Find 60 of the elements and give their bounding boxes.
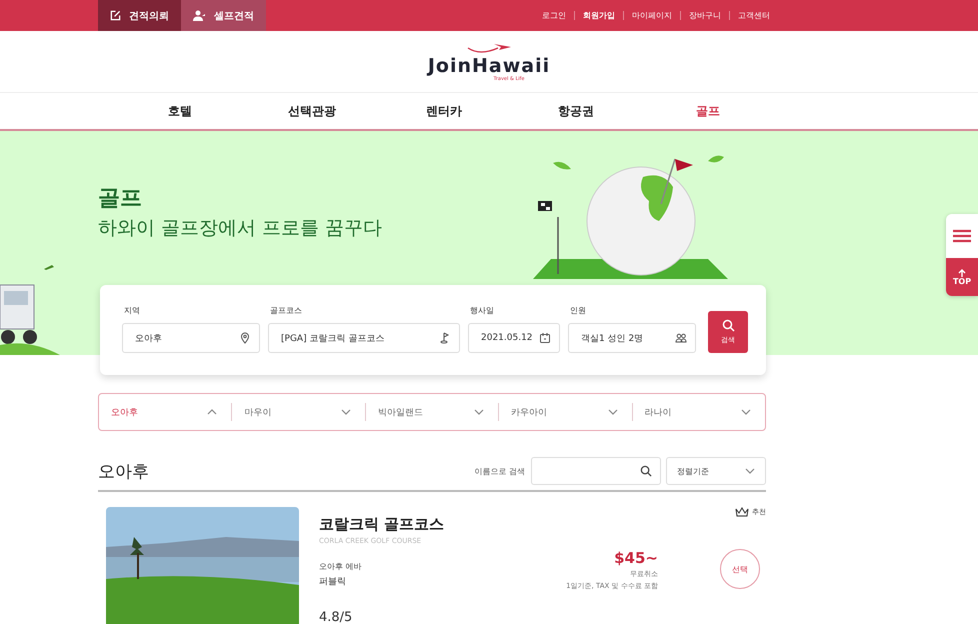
region-dropdown[interactable]: 마우이 [231, 403, 365, 421]
chevron-down-icon [741, 409, 752, 415]
course-rating: 4.8/5 [319, 610, 352, 624]
region-dropdown[interactable]: 오아후 [99, 403, 232, 421]
user-link[interactable]: 마이페이지 [623, 11, 680, 20]
menu-button[interactable] [946, 214, 978, 258]
chevron-down-icon [745, 468, 755, 474]
chevron-up-icon [207, 409, 218, 415]
course-name[interactable]: 코랄크릭 골프코스 [319, 515, 444, 534]
menu-icon [953, 229, 971, 243]
search-field[interactable]: 객실1 성인 2명 [568, 323, 696, 353]
name-search-field[interactable] [531, 457, 661, 485]
search-icon [722, 319, 734, 332]
sort-dropdown[interactable]: 정렬기준 [666, 457, 766, 485]
golf-flag-icon [439, 332, 451, 344]
nav-item[interactable]: 골프 [642, 93, 774, 129]
quick-tab[interactable]: 셀프견적 [181, 0, 266, 31]
paper-plane-logo-icon [466, 42, 512, 56]
nav-item[interactable]: 렌터카 [378, 93, 510, 129]
hero-title: 골프 [98, 185, 143, 213]
search-field[interactable]: 오아후 [122, 323, 260, 353]
field-label: 지역 [123, 305, 141, 316]
quick-tab-label: 견적의뢰 [129, 10, 169, 22]
user-link[interactable]: 회원가입 [574, 11, 623, 20]
region-dropdown[interactable]: 카우아이 [498, 403, 632, 421]
search-field[interactable]: [PGA] 코랄크릭 골프코스 [268, 323, 460, 353]
user-icon [193, 10, 206, 21]
field-label: 인원 [569, 305, 587, 316]
course-type: 퍼블릭 [319, 576, 346, 588]
nav-item[interactable]: 호텔 [114, 93, 246, 129]
arrow-up-icon [958, 268, 966, 276]
people-icon [675, 332, 687, 344]
logo-text[interactable]: JoinHawaii [428, 56, 550, 76]
scroll-top-button[interactable]: TOP [946, 258, 978, 296]
search-field[interactable]: 2021.05.12 [468, 323, 560, 353]
chevron-down-icon [608, 409, 618, 415]
quick-tab-label: 셀프견적 [214, 10, 254, 22]
user-link[interactable]: 장바구니 [680, 11, 729, 20]
field-label: 행사일 [469, 305, 495, 316]
nav-item[interactable]: 선택관광 [246, 93, 378, 129]
hero-subtitle: 하와이 골프장에서 프로를 꿈꾸다 [98, 216, 384, 241]
course-area: 오아후 에바 [319, 561, 362, 572]
quick-tab[interactable]: 견적의뢰 [98, 0, 181, 31]
edit-icon [110, 10, 121, 21]
select-button[interactable]: 선택 [720, 549, 760, 589]
user-link[interactable]: 로그인 [534, 11, 574, 20]
chevron-down-icon [340, 409, 351, 415]
name-search-label: 이름으로 검색 [474, 466, 525, 476]
calendar-icon [539, 332, 551, 344]
course-price: $45~ [614, 549, 658, 567]
location-pin-icon [239, 332, 251, 344]
region-dropdown[interactable]: 빅아일랜드 [364, 403, 498, 421]
search-icon [640, 465, 652, 477]
region-dropdown[interactable]: 라나이 [632, 403, 766, 421]
nav-item[interactable]: 항공권 [510, 93, 642, 129]
field-label: 골프코스 [269, 305, 303, 316]
crown-icon [735, 507, 749, 517]
section-heading: 오아후 [98, 460, 150, 482]
user-link[interactable]: 고객센터 [729, 11, 778, 20]
chevron-down-icon [474, 409, 484, 415]
